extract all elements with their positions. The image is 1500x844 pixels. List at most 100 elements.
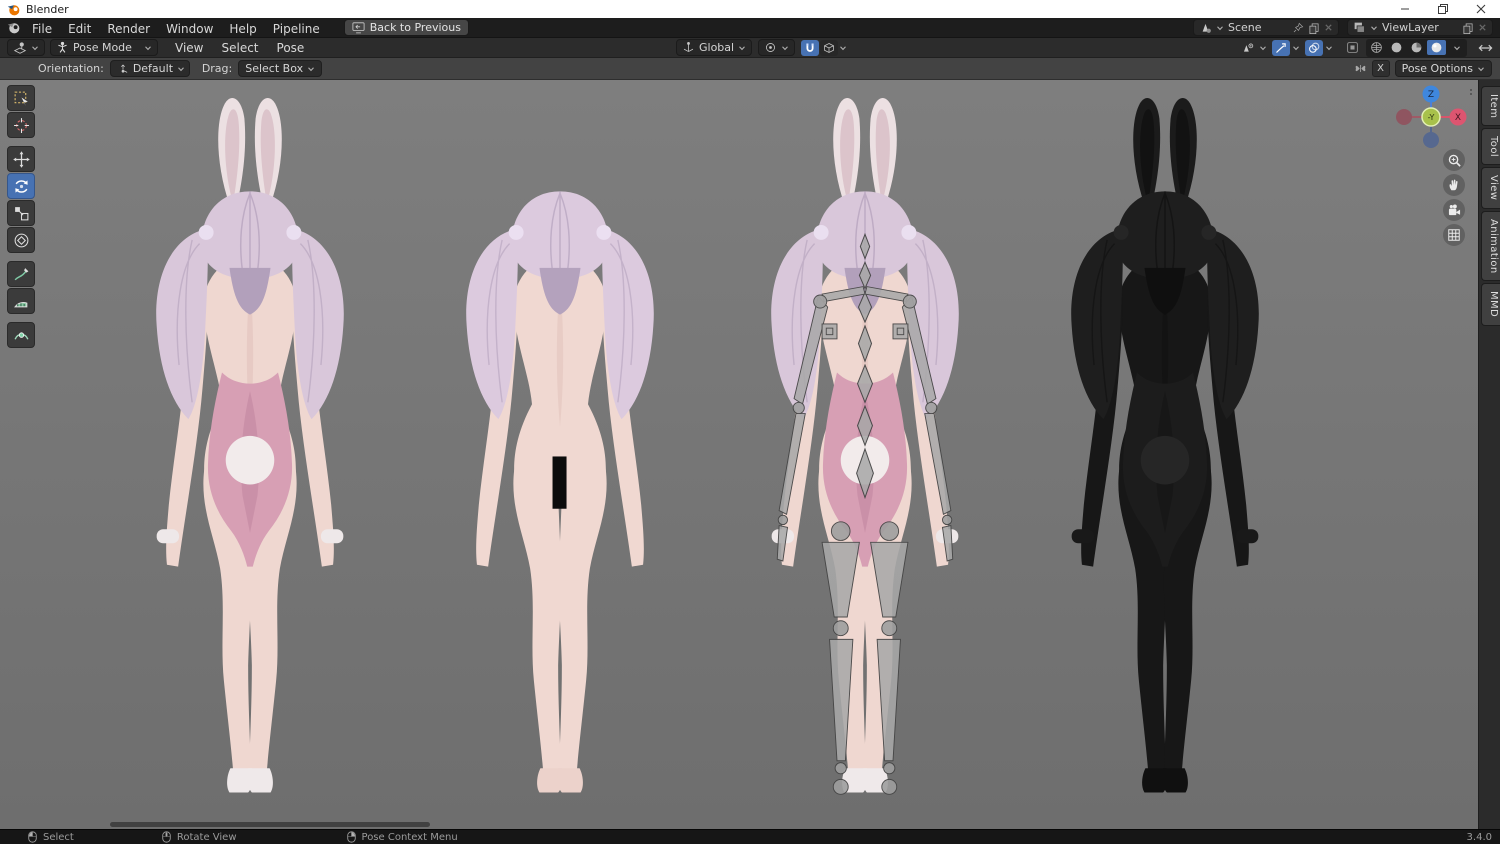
orientation-label: Orientation: [38,62,104,75]
back-to-previous-label: Back to Previous [369,21,461,34]
status-bar: Select Rotate View Pose Context Menu 3.4.0 [0,829,1500,844]
orientation-value: Global [699,41,735,54]
orientation-default-dropdown[interactable]: Default [109,60,190,77]
pose-figure-icon [56,41,69,54]
copy-icon[interactable] [1462,22,1474,34]
orientation-default-value: Default [132,62,174,75]
shading-mode-group [1366,38,1467,57]
axis-minus-x-ball[interactable] [1396,109,1412,125]
transform-orientation-dropdown[interactable]: Global [676,39,753,56]
zoom-button[interactable] [1443,149,1465,171]
shading-dropdown-chevron[interactable] [1447,40,1466,55]
tool-scale[interactable] [7,200,35,226]
unlink-x-icon [1324,23,1333,32]
window-controls [1386,0,1500,18]
view-layer-selector[interactable]: ViewLayer [1347,19,1493,36]
drag-select-box-dropdown[interactable]: Select Box [238,60,323,77]
scene-selector[interactable]: Scene [1193,19,1339,36]
horizontal-scrollbar[interactable] [110,822,430,827]
wireframe-shading-icon[interactable] [1367,40,1386,55]
minimize-button[interactable] [1386,0,1424,18]
sidebar-tab-item[interactable]: Item [1481,86,1500,127]
tool-rotate[interactable] [7,173,35,199]
show-object-types-icon[interactable] [1239,40,1257,56]
material-shading-icon[interactable] [1407,40,1426,55]
svg-text:X: X [1455,113,1461,123]
sidebar-tab-tool[interactable]: Tool [1481,128,1500,166]
tool-measure[interactable] [7,288,35,314]
chevron-down-icon [1292,44,1300,52]
model-wireframe[interactable] [1025,93,1305,805]
os-title-bar[interactable]: Blender [0,0,1500,18]
expand-arrows-icon[interactable] [1478,43,1493,53]
tool-pose-breakdowner[interactable] [7,322,35,348]
menu-render[interactable]: Render [99,21,158,37]
menu-edit[interactable]: Edit [60,21,99,37]
orthographic-grid-button[interactable] [1443,224,1465,246]
tool-select-box[interactable] [7,85,35,111]
chevron-down-icon [1259,44,1267,52]
sidebar-tab-view[interactable]: View [1481,167,1500,209]
chevron-down-icon [1477,65,1485,73]
copy-icon[interactable] [1308,22,1320,34]
blender-app-icon[interactable] [7,21,20,34]
status-hint-left-mouse: Select [28,831,74,843]
svg-text:-Y: -Y [1428,113,1435,122]
blender-version: 3.4.0 [1466,831,1492,843]
editor-3d-viewport-icon [13,41,27,55]
pan-hand-button[interactable] [1443,174,1465,196]
navigation-gizmo[interactable]: Z X -Y [1394,85,1468,153]
orientation-axis-icon [682,41,695,54]
model-textured[interactable] [110,93,390,805]
proportional-editing-icon[interactable] [820,39,839,56]
header-menu-select[interactable]: Select [212,40,267,56]
pose-options-dropdown[interactable]: Pose Options [1394,60,1492,77]
sidebar-tab-mmd[interactable]: MMD [1481,283,1500,326]
axis-minus-z-ball[interactable] [1423,132,1439,148]
pivot-point-dropdown[interactable] [758,39,796,56]
menu-help[interactable]: Help [221,21,264,37]
mode-selector[interactable]: Pose Mode [50,39,158,56]
solid-shading-icon[interactable] [1387,40,1406,55]
mode-label: Pose Mode [73,41,132,54]
viewport-header: Pose Mode View Select Pose Global [0,38,1500,58]
view-layer-name: ViewLayer [1382,21,1439,34]
scene-name: Scene [1228,21,1262,34]
mirror-butterfly-icon[interactable] [1354,63,1367,74]
camera-view-button[interactable] [1443,199,1465,221]
rendered-shading-icon[interactable] [1427,40,1446,55]
tool-annotate[interactable] [7,261,35,287]
snap-magnet-toggle[interactable] [801,39,820,56]
view-layer-icon [1353,21,1366,34]
menu-window[interactable]: Window [158,21,221,37]
chevron-down-icon [144,44,152,52]
maximize-button[interactable] [1424,0,1462,18]
3d-viewport[interactable]: Z X -Y Item Tool View Animation MMD [0,80,1500,830]
chevron-down-icon [781,44,789,52]
header-menu-pose[interactable]: Pose [268,40,314,56]
model-armature[interactable] [725,93,1005,805]
pin-icon[interactable] [1293,22,1304,33]
xray-toggle[interactable] [1343,40,1361,56]
mouse-left-icon [28,831,37,843]
chevron-down-icon [31,44,39,52]
mirror-x-toggle[interactable]: X [1371,60,1390,77]
sidebar-tab-animation[interactable]: Animation [1481,210,1500,282]
show-overlays-toggle[interactable] [1305,39,1323,56]
menu-pipeline[interactable]: Pipeline [265,21,328,37]
status-hint-middle-mouse: Rotate View [162,831,237,843]
back-to-previous-button[interactable]: Back to Previous [343,19,469,36]
show-gizmos-toggle[interactable] [1272,39,1290,56]
header-menu-view[interactable]: View [166,40,212,56]
editor-type-button[interactable] [7,39,45,56]
region-handle[interactable] [1470,89,1473,97]
mouse-right-icon [346,831,356,843]
tool-transform[interactable] [7,227,35,253]
viewport-nav-buttons [1443,149,1465,246]
menu-file[interactable]: File [24,21,60,37]
chevron-down-icon [1370,24,1378,32]
model-skin[interactable] [420,93,700,805]
tool-move[interactable] [7,146,35,172]
close-button[interactable] [1462,0,1500,18]
tool-cursor[interactable] [7,112,35,138]
